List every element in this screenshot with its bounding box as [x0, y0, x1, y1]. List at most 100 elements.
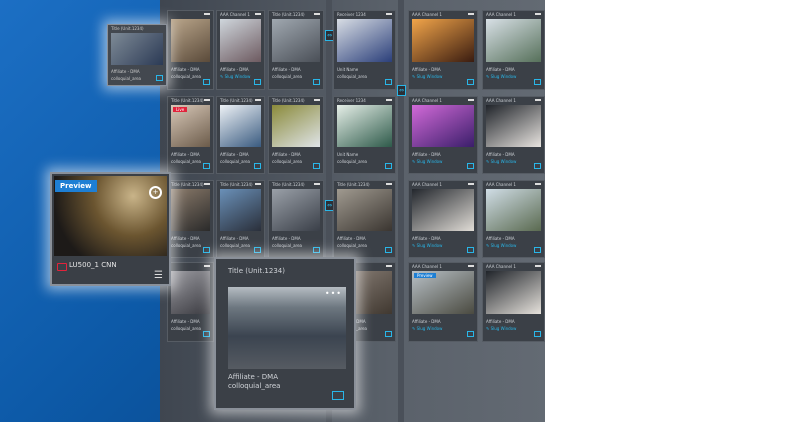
channel-name: LU500_1 CNN	[69, 261, 117, 269]
more-options-icon[interactable]	[535, 265, 541, 267]
monitor-icon[interactable]	[332, 391, 344, 400]
monitor-icon[interactable]	[313, 79, 320, 85]
monitor-icon[interactable]	[254, 247, 261, 253]
more-options-icon[interactable]	[386, 99, 392, 101]
video-thumbnail	[171, 19, 210, 62]
more-options-icon[interactable]	[468, 265, 474, 267]
tile-affiliate: Affiliate - DMA	[171, 235, 200, 241]
more-options-icon[interactable]	[255, 99, 261, 101]
monitor-icon[interactable]	[203, 79, 210, 85]
overlay-tile-large[interactable]: Title (Unit.1234) ••• Affiliate - DMA co…	[214, 257, 356, 410]
more-options-icon[interactable]	[386, 183, 392, 185]
monitor-icon[interactable]	[385, 163, 392, 169]
phone-icon[interactable]	[467, 331, 474, 337]
slug-window-link[interactable]: ✎ Slug Window	[412, 326, 442, 331]
more-options-icon[interactable]	[535, 99, 541, 101]
tile-title: Title (Unit.1234)	[220, 182, 253, 187]
more-options-icon[interactable]	[204, 13, 210, 15]
slug-window-link[interactable]: ✎ Slug Window	[412, 243, 442, 248]
more-options-icon[interactable]	[535, 183, 541, 185]
slug-window-link[interactable]: ✎ Slug Window	[412, 159, 442, 164]
video-thumbnail	[220, 19, 261, 62]
tile-area: colloquial_area	[220, 242, 250, 248]
more-options-icon[interactable]	[535, 13, 541, 15]
video-tile[interactable]: Affiliate - DMA colloquial_area	[167, 10, 214, 90]
crosshair-icon[interactable]: +	[149, 186, 162, 199]
monitor-icon[interactable]	[313, 163, 320, 169]
monitor-icon[interactable]	[203, 331, 210, 337]
more-options-icon[interactable]	[204, 183, 210, 185]
slug-window-link[interactable]: ✎ Slug Window	[412, 74, 442, 79]
tile-affiliate: Affiliate - DMA	[111, 69, 140, 74]
video-tile[interactable]: AAA Channel 1 Affiliate - DMA ✎ Slug Windo…	[408, 180, 478, 258]
video-tile[interactable]: AAA Channel 1 Affiliate - DMA ✎ Slug Windo…	[408, 10, 478, 90]
phone-icon[interactable]	[467, 163, 474, 169]
more-options-icon[interactable]	[386, 13, 392, 15]
preview-panel[interactable]: Preview + LU500_1 CNN ☰	[50, 172, 171, 286]
phone-icon[interactable]	[254, 79, 261, 85]
video-tile[interactable]: Receiver 1234 Unit Name colloquial_area	[333, 10, 396, 90]
more-options-icon[interactable]	[468, 183, 474, 185]
phone-icon[interactable]	[467, 79, 474, 85]
tile-title: AAA Channel 1	[220, 12, 250, 17]
more-options-icon[interactable]: •••	[325, 289, 342, 298]
tile-affiliate: Affiliate - DMA	[486, 151, 515, 157]
nav-arrows-icon[interactable]: ⇔	[397, 85, 406, 96]
phone-icon[interactable]	[534, 163, 541, 169]
more-options-icon[interactable]	[468, 13, 474, 15]
tile-affiliate: Affiliate - DMA	[220, 235, 249, 241]
slug-window-link[interactable]: ✎ Slug Window	[486, 74, 516, 79]
more-options-icon[interactable]	[204, 265, 210, 267]
tile-title: AAA Channel 1	[486, 264, 516, 269]
video-tile[interactable]: Title (Unit.1234) Affiliate - DMA colloqui…	[216, 96, 265, 174]
more-options-icon[interactable]	[255, 183, 261, 185]
monitor-icon[interactable]	[254, 163, 261, 169]
tile-title: Title (Unit.1234)	[337, 182, 370, 187]
more-options-icon[interactable]	[204, 99, 210, 101]
phone-icon[interactable]	[534, 247, 541, 253]
monitor-icon[interactable]	[203, 247, 210, 253]
menu-icon[interactable]: ☰	[154, 270, 163, 281]
video-tile[interactable]: Title (Unit.1234) Affiliate - DMA colloqui…	[268, 96, 324, 174]
tile-area: colloquial_area	[337, 158, 367, 164]
video-tile[interactable]: Title (Unit.1234) Live Affiliate - DMA coll…	[167, 96, 214, 174]
monitor-icon[interactable]	[385, 247, 392, 253]
monitor-icon[interactable]	[385, 79, 392, 85]
video-tile[interactable]: Title (Unit.1234) Affiliate - DMA colloqui…	[333, 180, 396, 258]
video-tile[interactable]: Title (Unit.1234) Affiliate - DMA colloqui…	[268, 10, 324, 90]
more-options-icon[interactable]	[386, 265, 392, 267]
phone-icon[interactable]	[534, 79, 541, 85]
more-options-icon[interactable]	[314, 99, 320, 101]
tile-area: colloquial_area	[272, 158, 302, 164]
more-options-icon[interactable]	[468, 99, 474, 101]
video-tile[interactable]: AAA Channel 1 Affiliate - DMA ✎ Slug Windo…	[482, 180, 545, 258]
video-thumbnail	[337, 19, 392, 62]
video-tile[interactable]: Title (Unit.1234) Affiliate - DMA colloqui…	[216, 180, 265, 258]
video-tile[interactable]: Title (Unit.1234) Affiliate - DMA colloqui…	[167, 180, 214, 258]
monitor-icon[interactable]	[313, 247, 320, 253]
video-thumbnail	[220, 105, 261, 147]
video-tile[interactable]: Title (Unit.1234) Affiliate - DMA colloqui…	[268, 180, 324, 258]
more-options-icon[interactable]	[314, 183, 320, 185]
monitor-icon[interactable]	[385, 331, 392, 337]
monitor-icon[interactable]	[156, 75, 163, 81]
overlay-tile-small[interactable]: Title (Unit.1234) Affiliate - DMA colloq…	[107, 24, 167, 86]
slug-window-link[interactable]: ✎ Slug Window	[220, 74, 250, 79]
video-tile[interactable]: AAA Channel 1 Affiliate - DMA ✎ Slug Windo…	[408, 96, 478, 174]
video-tile[interactable]: AAA Channel 1 Preview Affiliate - DMA ✎ Slu…	[408, 262, 478, 342]
more-options-icon[interactable]	[314, 13, 320, 15]
video-tile[interactable]: AAA Channel 1 Affiliate - DMA ✎ Slug Windo…	[216, 10, 265, 90]
video-tile[interactable]: Receiver 1234 Unit Name colloquial_area	[333, 96, 396, 174]
more-options-icon[interactable]	[255, 13, 261, 15]
slug-window-link[interactable]: ✎ Slug Window	[486, 326, 516, 331]
video-tile[interactable]: AAA Channel 1 Affiliate - DMA ✎ Slug Windo…	[482, 96, 545, 174]
slug-window-link[interactable]: ✎ Slug Window	[486, 159, 516, 164]
video-tile[interactable]: Affiliate - DMA colloquial_area	[167, 262, 214, 342]
phone-icon[interactable]	[467, 247, 474, 253]
slug-window-link[interactable]: ✎ Slug Window	[486, 243, 516, 248]
phone-icon[interactable]	[534, 331, 541, 337]
monitor-icon[interactable]	[203, 163, 210, 169]
tile-affiliate: Affiliate - DMA	[272, 67, 301, 72]
video-tile[interactable]: AAA Channel 1 Affiliate - DMA ✎ Slug Windo…	[482, 262, 545, 342]
video-tile[interactable]: AAA Channel 1 Affiliate - DMA ✎ Slug Windo…	[482, 10, 545, 90]
